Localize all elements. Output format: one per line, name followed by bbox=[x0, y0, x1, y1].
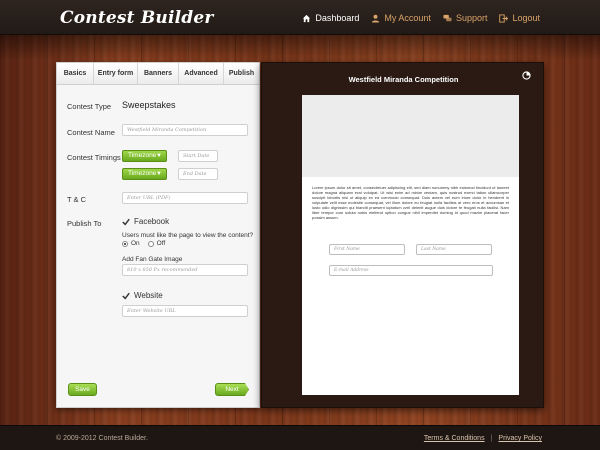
contest-type-value: Sweepstakes bbox=[122, 100, 176, 110]
start-timezone-select[interactable]: Timezone ▼ bbox=[122, 150, 167, 162]
form-tabs: Basics Entry form Banners Advanced Publi… bbox=[57, 63, 259, 85]
footer-separator: | bbox=[490, 435, 493, 442]
contest-form-panel: Basics Entry form Banners Advanced Publi… bbox=[56, 62, 260, 408]
preview-first-name-field[interactable]: First Name bbox=[329, 244, 405, 255]
fan-gate-field[interactable]: 810 x 850 Px recommended bbox=[122, 264, 248, 276]
website-label: Website bbox=[134, 291, 163, 300]
nav-logout[interactable]: Logout bbox=[499, 13, 540, 23]
nav-support[interactable]: Support bbox=[443, 13, 488, 23]
radio-dot-on bbox=[122, 240, 128, 247]
end-timezone-select[interactable]: Timezone ▼ bbox=[122, 168, 167, 180]
collapse-icon[interactable] bbox=[522, 71, 531, 80]
top-bar: Contest Builder Dashboard My Account Sup… bbox=[0, 0, 600, 35]
radio-dot-off bbox=[147, 240, 154, 247]
radio-off[interactable]: Off bbox=[147, 240, 166, 247]
contest-name-field[interactable]: Westfield Miranda Competition bbox=[122, 124, 248, 136]
facebook-checkbox[interactable]: Facebook bbox=[122, 217, 169, 226]
nav-dashboard[interactable]: Dashboard bbox=[302, 13, 359, 23]
save-button[interactable]: Save bbox=[68, 383, 97, 396]
next-button[interactable]: Next bbox=[215, 383, 249, 396]
preview-body-text: Lorem ipsum dolor sit amet, consectetuer… bbox=[312, 185, 509, 220]
contest-name-label: Contest Name bbox=[67, 128, 115, 137]
page-footer: © 2009-2012 Contest Builder. Terms & Con… bbox=[0, 425, 600, 450]
website-url-field[interactable]: Enter Website URL bbox=[122, 305, 248, 317]
tc-url-field[interactable]: Enter URL (PDF) bbox=[122, 192, 248, 204]
radio-off-label: Off bbox=[156, 240, 166, 247]
home-icon bbox=[303, 14, 311, 22]
nav-my-account[interactable]: My Account bbox=[371, 13, 431, 23]
tc-label: T & C bbox=[67, 195, 87, 204]
nav-dashboard-label: Dashboard bbox=[315, 13, 360, 23]
app-logo[interactable]: Contest Builder bbox=[60, 8, 214, 28]
logout-icon bbox=[499, 13, 509, 23]
terms-link[interactable]: Terms & Conditions bbox=[424, 435, 485, 442]
fan-gate-label: Add Fan Gate Image bbox=[122, 256, 183, 263]
copyright-text: © 2009-2012 Contest Builder. bbox=[56, 435, 148, 442]
chevron-down-icon: ▼ bbox=[156, 171, 162, 177]
end-timezone-label: Timezone bbox=[128, 170, 157, 177]
radio-on[interactable]: On bbox=[122, 240, 140, 247]
preview-banner bbox=[302, 95, 519, 177]
chevron-down-icon: ▼ bbox=[156, 153, 162, 159]
radio-on-label: On bbox=[131, 240, 140, 247]
like-radio-group: On Off bbox=[122, 240, 165, 247]
start-timezone-label: Timezone bbox=[128, 152, 157, 159]
main-nav: Dashboard My Account Support Logout bbox=[302, 13, 540, 23]
like-question: Users must like the page to view the con… bbox=[122, 232, 254, 239]
contest-type-label: Contest Type bbox=[67, 102, 112, 111]
end-date-field[interactable]: End Date bbox=[178, 168, 218, 180]
facebook-label: Facebook bbox=[134, 217, 170, 226]
checkmark-icon bbox=[122, 218, 130, 225]
nav-support-label: Support bbox=[455, 13, 488, 23]
checkmark-icon bbox=[122, 292, 130, 299]
contest-preview-panel: Westfield Miranda Competition Lorem ipsu… bbox=[261, 62, 544, 408]
website-checkbox[interactable]: Website bbox=[122, 291, 163, 300]
nav-logout-label: Logout bbox=[512, 13, 540, 23]
footer-links: Terms & Conditions | Privacy Policy bbox=[424, 435, 542, 442]
privacy-link[interactable]: Privacy Policy bbox=[498, 435, 542, 442]
tab-banners[interactable]: Banners bbox=[138, 63, 179, 84]
tab-entry-form[interactable]: Entry form bbox=[94, 63, 138, 84]
preview-title: Westfield Miranda Competition bbox=[348, 75, 459, 84]
preview-last-name-field[interactable]: Last Name bbox=[416, 244, 492, 255]
tab-publish[interactable]: Publish bbox=[224, 63, 259, 84]
publish-to-label: Publish To bbox=[67, 219, 102, 228]
preview-email-field[interactable]: E-mail Address bbox=[329, 265, 493, 276]
tab-basics[interactable]: Basics bbox=[57, 63, 94, 84]
contest-timings-label: Contest Timings bbox=[67, 153, 121, 162]
nav-my-account-label: My Account bbox=[384, 13, 431, 23]
preview-page: Lorem ipsum dolor sit amet, consectetuer… bbox=[302, 95, 519, 395]
user-icon bbox=[372, 14, 380, 23]
tab-advanced[interactable]: Advanced bbox=[179, 63, 224, 84]
start-date-field[interactable]: Start Date bbox=[178, 150, 218, 162]
chat-icon bbox=[443, 14, 452, 21]
